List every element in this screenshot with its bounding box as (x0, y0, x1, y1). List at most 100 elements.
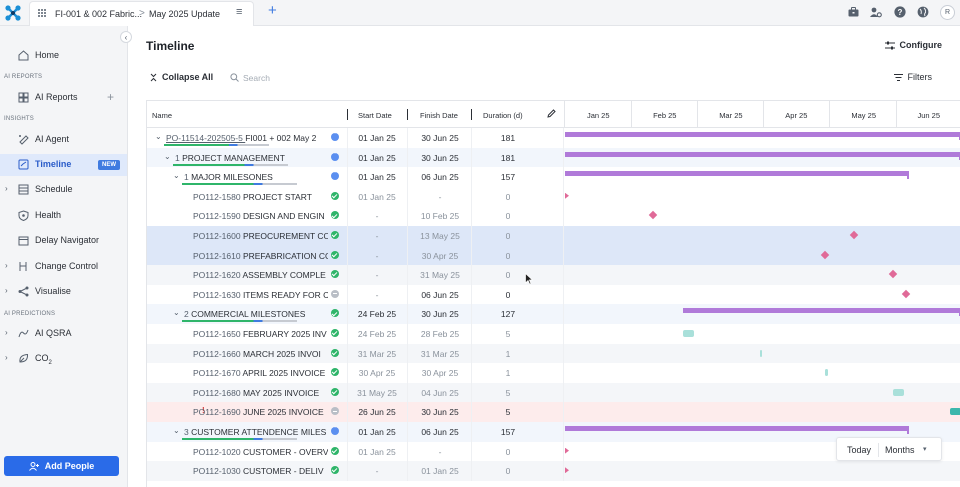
table-row[interactable]: PO112-1660 MARCH 2025 INVOI 31 Mar 25 31 M… (147, 343, 960, 364)
apps-grid-icon[interactable] (38, 9, 47, 18)
tab-menu-icon[interactable]: ≡ (236, 6, 242, 18)
finish-date-cell[interactable]: 31 Mar 25 (409, 349, 471, 359)
chevron-down-icon[interactable]: ▾ (923, 445, 927, 453)
summary-bar[interactable] (565, 132, 960, 140)
finish-date-cell[interactable]: - (409, 447, 471, 457)
sidebar-item-home[interactable]: Home (0, 45, 127, 67)
table-row[interactable]: PO112-1630 ITEMS READY FOR C -06 Jun 25 0 (147, 284, 960, 305)
task-name[interactable]: PO112-1650 FEBRUARY 2025 INV (193, 329, 328, 339)
duration-cell[interactable]: 0 (473, 290, 543, 300)
finish-date-cell[interactable]: 28 Feb 25 (409, 329, 471, 339)
milestone-marker[interactable] (565, 467, 569, 474)
globe-icon[interactable] (916, 5, 930, 19)
chevron-down-icon[interactable]: ⌄ (173, 308, 180, 317)
finish-date-cell[interactable]: 30 Jun 25 (409, 133, 471, 143)
finish-date-cell[interactable]: 04 Jun 25 (409, 388, 471, 398)
sidebar-item-schedule[interactable]: › Schedule (0, 179, 127, 201)
duration-cell[interactable]: 0 (473, 447, 543, 457)
milestone-marker[interactable] (889, 269, 898, 279)
start-date-cell[interactable]: 26 Jun 25 (349, 407, 405, 417)
help-icon[interactable]: ? (893, 5, 907, 19)
start-date-cell[interactable]: - (349, 290, 405, 300)
finish-date-cell[interactable]: 13 May 25 (409, 231, 471, 241)
summary-bar[interactable] (565, 171, 909, 180)
summary-bar[interactable] (565, 426, 909, 434)
duration-cell[interactable]: 181 (473, 133, 543, 143)
chevron-down-icon[interactable]: ⌄ (173, 426, 180, 435)
duration-cell[interactable]: 5 (473, 388, 543, 398)
app-logo-icon[interactable] (4, 4, 22, 22)
milestone-marker[interactable] (648, 211, 657, 220)
chevron-right-icon[interactable]: › (5, 184, 8, 193)
start-date-cell[interactable]: 01 Jan 25 (349, 427, 405, 437)
milestone-marker[interactable] (821, 250, 830, 259)
finish-date-cell[interactable]: 01 Jan 25 (409, 466, 471, 476)
finish-date-cell[interactable]: - (409, 192, 471, 202)
briefcase-icon[interactable] (846, 5, 860, 19)
breadcrumb-update[interactable]: May 2025 Update (149, 9, 220, 19)
table-row[interactable]: PO112-1580 PROJECT START 01 Jan 25-0 (147, 186, 960, 207)
chevron-right-icon[interactable]: › (5, 286, 8, 295)
task-name[interactable]: 1 PROJECT MANAGEMENT (175, 153, 328, 163)
start-date-cell[interactable]: 01 Jan 25 (349, 153, 405, 163)
task-name[interactable]: PO112-1630 ITEMS READY FOR C (193, 290, 328, 300)
sidebar-item-ai-qsra[interactable]: › AI QSRA (0, 323, 127, 345)
start-date-cell[interactable]: 01 Jan 25 (349, 133, 405, 143)
column-header-finish[interactable]: Finish Date (420, 111, 458, 120)
task-name[interactable]: PO112-1600 PREOCUREMENT CO (193, 231, 328, 241)
finish-date-cell[interactable]: 06 Jun 25 (409, 172, 471, 182)
finish-date-cell[interactable]: 06 Jun 25 (409, 290, 471, 300)
chevron-down-icon[interactable]: ⌄ (173, 171, 180, 180)
task-name[interactable]: PO112-1620 ASSEMBLY COMPLE (193, 270, 328, 280)
task-name[interactable]: PO112-1030 CUSTOMER - DELIV (193, 466, 328, 476)
group-row[interactable]: ⌄ PO-11514-202505-5 FI001 + 002 May 2 01 J… (147, 128, 960, 148)
start-date-cell[interactable]: 01 Jan 25 (349, 172, 405, 182)
sidebar-collapse-button[interactable]: ‹ (120, 31, 132, 43)
task-name[interactable]: PO112-1610 PREFABRICATION CO (193, 251, 328, 261)
search-input[interactable]: Search (230, 71, 340, 84)
start-date-cell[interactable]: 01 Jan 25 (349, 192, 405, 202)
column-resize-handle[interactable] (347, 109, 348, 120)
user-settings-icon[interactable] (869, 5, 883, 19)
task-name[interactable]: PO112-1670 APRIL 2025 INVOICE (193, 368, 328, 378)
milestone-marker[interactable] (902, 289, 911, 299)
task-bar[interactable] (893, 388, 905, 396)
finish-date-cell[interactable]: 06 Jun 25 (409, 427, 471, 437)
start-date-cell[interactable]: - (349, 231, 405, 241)
milestone-marker[interactable] (565, 447, 569, 454)
column-resize-handle[interactable] (407, 109, 408, 120)
task-name[interactable]: PO112-1690 JUNE 2025 INVOICE (193, 407, 328, 417)
add-tab-button[interactable]: + (268, 3, 277, 19)
duration-cell[interactable]: 157 (473, 427, 543, 437)
summary-bar[interactable] (565, 151, 960, 160)
task-bar[interactable] (683, 330, 695, 337)
duration-cell[interactable]: 157 (473, 172, 543, 182)
sidebar-item-timeline[interactable]: Timeline NEW (0, 154, 127, 176)
start-date-cell[interactable]: - (349, 251, 405, 261)
edit-columns-icon[interactable] (547, 109, 556, 120)
finish-date-cell[interactable]: 30 Jun 25 (409, 407, 471, 417)
finish-date-cell[interactable]: 31 May 25 (409, 270, 471, 280)
add-report-icon[interactable]: + (107, 90, 114, 104)
duration-cell[interactable]: 5 (473, 407, 543, 417)
finish-date-cell[interactable]: 30 Jun 25 (409, 153, 471, 163)
duration-cell[interactable]: 5 (473, 329, 543, 339)
chevron-right-icon[interactable]: › (5, 353, 8, 362)
table-row[interactable]: PO112-1590 DESIGN AND ENGIN -10 Feb 25 0 (147, 206, 960, 226)
finish-date-cell[interactable]: 30 Apr 25 (409, 251, 471, 261)
avatar[interactable]: R (940, 5, 955, 20)
column-resize-handle[interactable] (471, 109, 472, 120)
task-name[interactable]: PO112-1590 DESIGN AND ENGIN (193, 211, 328, 221)
start-date-cell[interactable]: - (349, 466, 405, 476)
table-row[interactable]: PO112-1670 APRIL 2025 INVOICE 30 Apr 25 30… (147, 363, 960, 383)
scale-select[interactable]: Months (885, 445, 915, 455)
column-header-start[interactable]: Start Date (358, 111, 392, 120)
task-name[interactable]: PO112-1020 CUSTOMER - OVERV (193, 447, 328, 457)
start-date-cell[interactable]: - (349, 270, 405, 280)
sidebar-item-change-control[interactable]: › Change Control (0, 256, 127, 278)
project-tab[interactable]: FI-001 & 002 Fabric... > May 2025 Update… (29, 1, 254, 26)
chevron-right-icon[interactable]: › (5, 328, 8, 337)
summary-bar[interactable] (683, 308, 960, 317)
duration-cell[interactable]: 181 (473, 153, 543, 163)
milestone-marker[interactable] (849, 230, 859, 240)
